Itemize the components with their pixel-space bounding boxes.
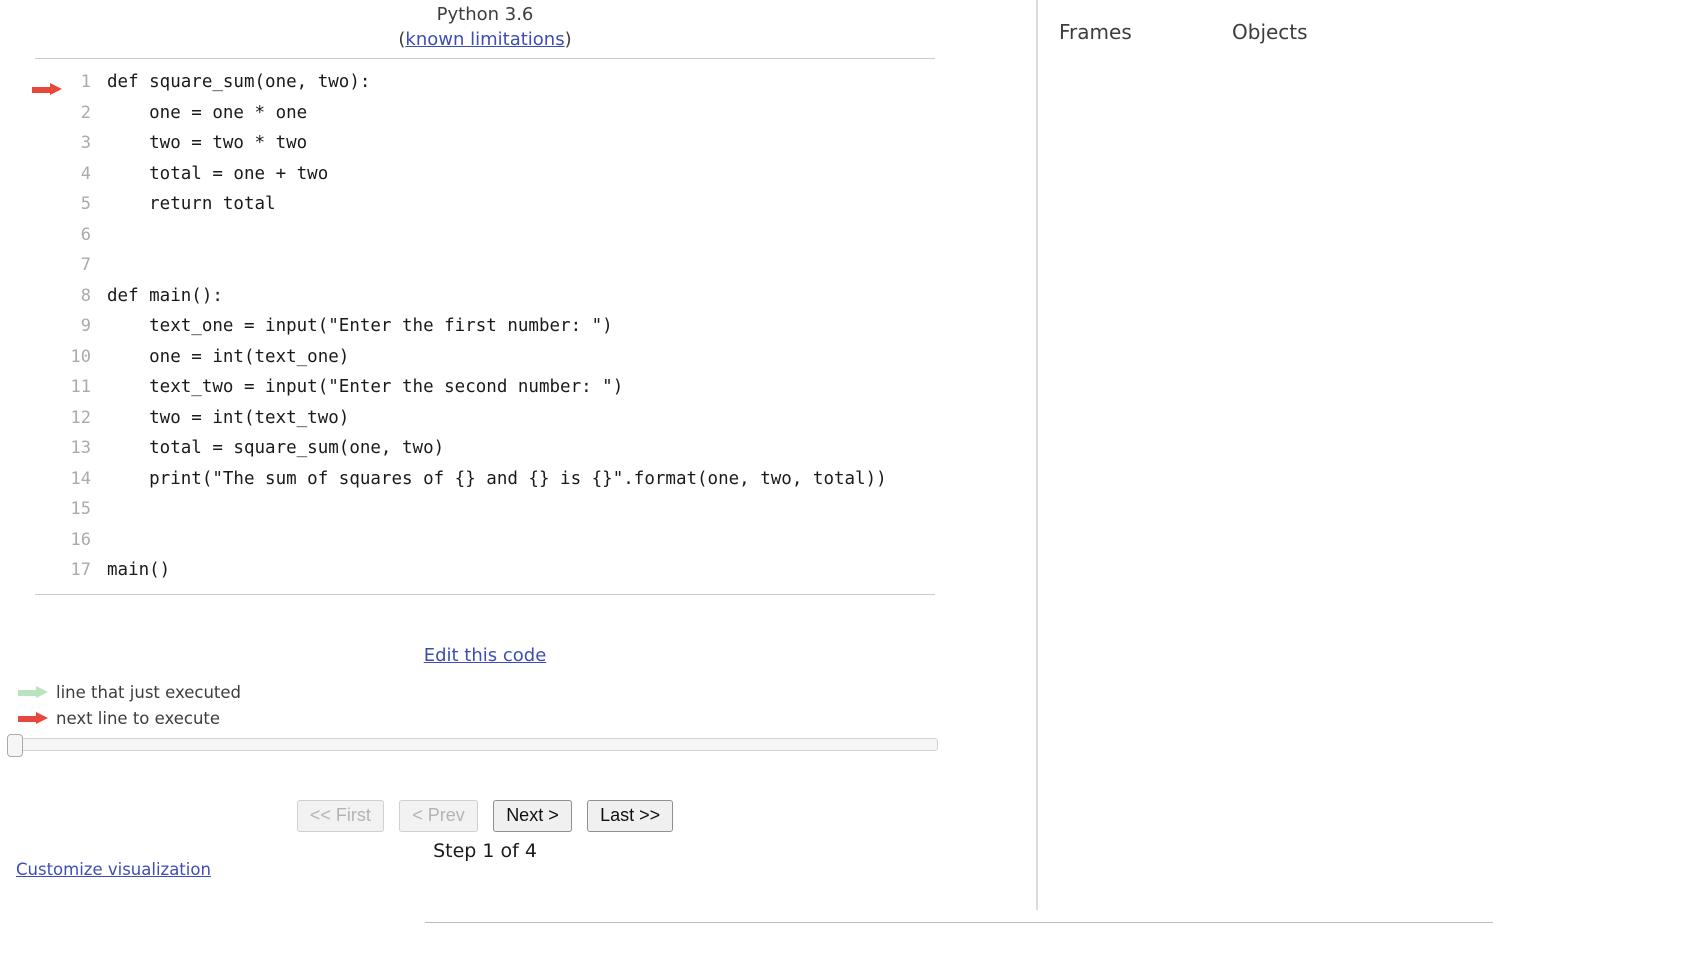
line-code-text: one = int(text_one): [107, 346, 350, 367]
line-number: 3: [80, 133, 91, 153]
line-number: 4: [80, 163, 91, 184]
code-line[interactable]: 14 print("The sum of squares of {} and {…: [35, 464, 935, 495]
step-indicator: Step 1 of 4: [433, 840, 537, 862]
line-number: 1: [80, 72, 91, 92]
line-number: 9: [80, 316, 91, 336]
paren-close: ): [564, 29, 572, 50]
edit-code-row: Edit this code: [35, 645, 935, 666]
code-line[interactable]: 17 main(): [35, 555, 935, 586]
line-number: 11: [70, 377, 91, 397]
red-arrow-icon: [18, 712, 48, 725]
code-header: Python 3.6 (known limitations): [35, 0, 935, 53]
line-number: 16: [70, 529, 91, 550]
code-line[interactable]: 8 def main():: [35, 281, 935, 312]
line-number: 8: [80, 285, 91, 306]
known-limitations-link[interactable]: known limitations: [405, 29, 564, 50]
code-line[interactable]: 10 one = int(text_one): [35, 342, 935, 373]
line-code-text: two = int(text_two): [107, 407, 350, 428]
code-line[interactable]: 7: [35, 250, 935, 281]
arrow-legend: line that just executed next line to exe…: [18, 680, 241, 732]
objects-heading: Objects: [1232, 20, 1308, 44]
line-code-text: text_two = input("Enter the second numbe…: [107, 377, 624, 397]
code-line[interactable]: 12 two = int(text_two): [35, 403, 935, 434]
line-number: 12: [70, 407, 91, 428]
legend-row-next: next line to execute: [18, 706, 241, 732]
navigation-buttons: << First < Prev Next > Last >>: [35, 800, 935, 832]
code-listing: 1 def square_sum(one, two): 2 one = one * …: [32, 58, 935, 595]
line-code-text: two = two * two: [107, 133, 308, 153]
code-line[interactable]: 11 text_two = input("Enter the second nu…: [35, 372, 935, 403]
line-code-text: def square_sum(one, two):: [107, 72, 371, 92]
line-code-text: text_one = input("Enter the first number…: [107, 316, 613, 336]
code-line[interactable]: 6: [35, 220, 935, 251]
bottom-divider: [425, 922, 1493, 923]
code-line[interactable]: 3 two = two * two: [35, 128, 935, 159]
prev-button[interactable]: < Prev: [399, 800, 478, 832]
line-number: 13: [70, 438, 91, 458]
customize-row: Customize visualization: [16, 860, 211, 879]
line-code-text: main(): [107, 560, 171, 580]
code-pane: Python 3.6 (known limitations) 1 def squa…: [0, 0, 1036, 910]
code-line[interactable]: 4 total = one + two: [35, 159, 935, 190]
python-tutor-visualizer: Python 3.6 (known limitations) 1 def squa…: [0, 0, 1699, 954]
code-line[interactable]: 5 return total: [35, 189, 935, 220]
frames-heading: Frames: [1059, 20, 1132, 44]
line-number: 2: [80, 102, 91, 123]
edit-this-code-link[interactable]: Edit this code: [424, 645, 547, 666]
line-number: 7: [80, 255, 91, 275]
code-line[interactable]: 1 def square_sum(one, two):: [32, 67, 935, 98]
line-code-text: total = square_sum(one, two): [107, 438, 445, 458]
line-code-text: return total: [107, 194, 276, 214]
execution-slider-handle[interactable]: [7, 734, 23, 757]
python-version-label: Python 3.6: [436, 4, 534, 25]
code-line[interactable]: 16: [35, 525, 935, 556]
code-line[interactable]: 15: [35, 494, 935, 525]
line-code-text: total = one + two: [107, 163, 329, 184]
line-code-text: def main():: [107, 285, 223, 306]
customize-visualization-link[interactable]: Customize visualization: [16, 860, 211, 879]
code-line[interactable]: 13 total = square_sum(one, two): [35, 433, 935, 464]
line-code-text: print("The sum of squares of {} and {} i…: [107, 468, 887, 489]
line-number: 6: [80, 224, 91, 245]
line-number: 5: [80, 194, 91, 214]
legend-label-executed: line that just executed: [56, 683, 242, 702]
first-button[interactable]: << First: [296, 800, 384, 832]
last-button[interactable]: Last >>: [587, 800, 674, 832]
legend-row-executed: line that just executed: [18, 680, 241, 706]
green-arrow-icon: [18, 686, 48, 699]
known-limitations-line: (known limitations): [35, 27, 935, 53]
code-line[interactable]: 9 text_one = input("Enter the first numb…: [35, 311, 935, 342]
code-line[interactable]: 2 one = one * one: [35, 98, 935, 129]
execution-slider[interactable]: [7, 734, 938, 757]
line-number: 10: [70, 346, 91, 367]
line-number: 17: [70, 560, 91, 580]
legend-label-next: next line to execute: [56, 709, 221, 728]
next-button[interactable]: Next >: [493, 800, 572, 832]
line-code-text: one = one * one: [107, 102, 308, 123]
line-number: 15: [70, 499, 91, 519]
line-number: 14: [70, 468, 91, 489]
state-pane: Frames Objects: [1038, 0, 1699, 910]
